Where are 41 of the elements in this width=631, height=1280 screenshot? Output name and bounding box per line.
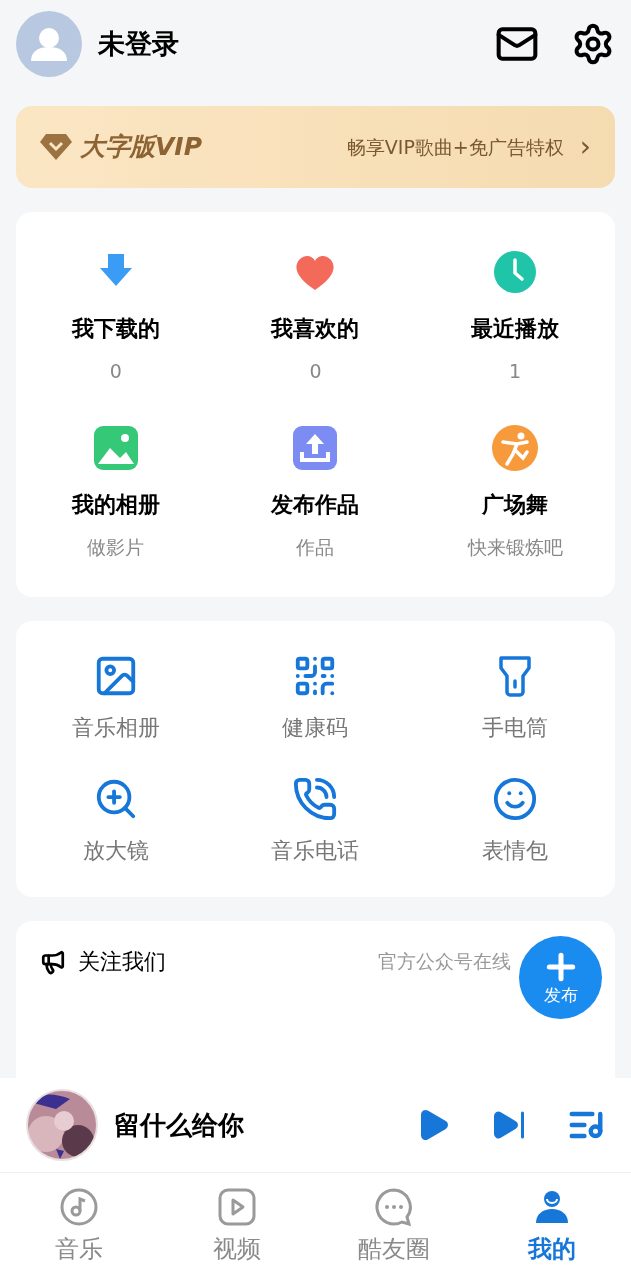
chat-bubble-icon [374,1186,415,1227]
item-subtitle: 0 [109,359,122,384]
item-label[interactable]: 我下载的 [71,312,160,345]
login-status[interactable]: 未登录 [98,23,479,65]
nav-tab[interactable]: 视频 [157,1173,316,1280]
phone-icon [292,776,339,822]
nav-tab[interactable]: 酷友圈 [315,1173,474,1280]
play-video-icon [216,1186,257,1227]
upload-icon [291,423,340,472]
tool-label[interactable]: 表情包 [482,834,549,867]
image-icon [91,423,140,472]
item-subtitle: 作品 [296,534,335,560]
publish-label: 发布 [543,983,578,1007]
tool-label[interactable]: 音乐电话 [271,834,360,867]
tool-label[interactable]: 手电筒 [482,711,549,744]
item-label[interactable]: 最近播放 [471,312,560,345]
vip-banner[interactable]: 大字版VIP 畅享VIP歌曲+免广告特权 › [16,106,615,188]
smiley-icon [492,776,539,822]
tool-label[interactable]: 放大镜 [82,834,149,867]
item-label[interactable]: 广场舞 [482,487,549,521]
vip-title: 大字版VIP [80,131,203,164]
nav-tab[interactable]: 音乐 [0,1173,158,1280]
item-subtitle: 快来锻炼吧 [467,534,563,560]
item-subtitle: 做影片 [87,534,145,560]
song-title[interactable]: 留什么给你 [114,1105,399,1145]
item-subtitle: 0 [309,359,322,384]
item-label[interactable]: 我的相册 [71,487,160,521]
follow-title[interactable]: 关注我们 [78,945,366,978]
follow-description: 官方公众号在线 [378,949,511,975]
diamond-icon [40,134,72,160]
chevron-right: › [579,129,591,165]
nav-tab[interactable]: 我的 [473,1173,631,1280]
dancer-icon [491,423,540,472]
music-note-icon [58,1186,99,1227]
vip-promo: 畅享VIP歌曲+免广告特权 [346,134,564,160]
item-label[interactable]: 发布作品 [271,487,360,521]
item-label[interactable]: 我喜欢的 [271,312,360,345]
tool-label[interactable]: 健康码 [282,711,349,744]
tool-label[interactable]: 音乐相册 [71,711,160,744]
megaphone-icon [40,948,66,975]
item-subtitle: 1 [509,359,522,384]
